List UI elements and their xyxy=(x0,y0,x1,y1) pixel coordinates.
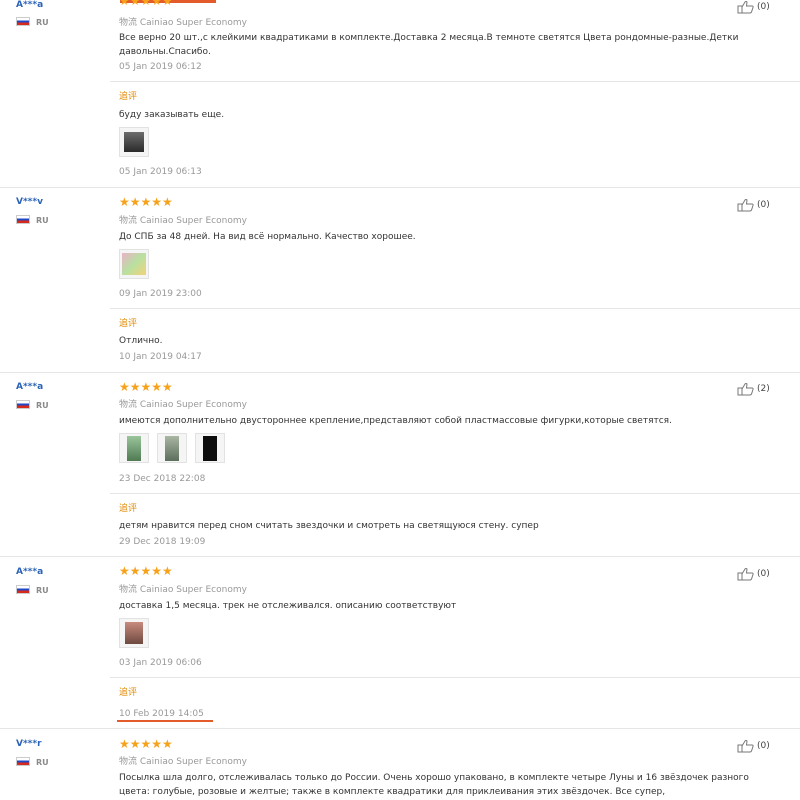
divider xyxy=(110,308,800,309)
helpful-button[interactable]: (0) xyxy=(737,198,770,212)
review-divider xyxy=(0,556,800,557)
flag-icon xyxy=(16,17,30,26)
reviewer-country: RU xyxy=(16,17,49,27)
review-photo-thumbnail[interactable] xyxy=(119,249,149,279)
helpful-button[interactable]: (2) xyxy=(737,382,770,396)
rating-stars: ★★★★★ xyxy=(119,0,173,8)
reviewer-name[interactable]: A***a xyxy=(16,0,43,10)
thumbs-up-icon xyxy=(737,568,754,581)
additional-review-label: 追评 xyxy=(119,504,138,514)
helpful-count: (0) xyxy=(757,741,770,751)
review-date: 05 Jan 2019 06:12 xyxy=(119,62,202,72)
additional-review-label: 追评 xyxy=(119,319,138,329)
review-date: 09 Jan 2019 23:00 xyxy=(119,289,202,299)
review-divider xyxy=(0,728,800,729)
review-date: 03 Jan 2019 06:06 xyxy=(119,658,202,668)
divider xyxy=(110,493,800,494)
shipping-method: 物流 Cainiao Super Economy xyxy=(119,18,247,28)
rating-stars: ★★★★★ xyxy=(119,564,173,578)
thumbs-up-icon xyxy=(737,1,754,14)
review-date: 23 Dec 2018 22:08 xyxy=(119,474,206,484)
divider xyxy=(110,81,800,82)
divider xyxy=(110,677,800,678)
additional-review-date: 10 Jan 2019 04:17 xyxy=(119,352,202,362)
reviewer-name[interactable]: V***r xyxy=(16,739,42,749)
helpful-button[interactable]: (0) xyxy=(737,739,770,753)
review-photo-thumbnail[interactable] xyxy=(119,127,149,157)
additional-review-text: буду заказывать еще. xyxy=(119,110,225,120)
review-text: Посылка шла долго, отслеживалась только … xyxy=(119,773,749,797)
flag-icon xyxy=(16,400,30,409)
rating-stars: ★★★★★ xyxy=(119,380,173,394)
additional-review-label: 追评 xyxy=(119,92,138,102)
thumbs-up-icon xyxy=(737,199,754,212)
reviewer-name[interactable]: A***a xyxy=(16,382,43,392)
flag-icon xyxy=(16,585,30,594)
reviewer-country: RU xyxy=(16,585,49,595)
helpful-count: (0) xyxy=(757,2,770,12)
additional-review-text: детям нравится перед сном считать звездо… xyxy=(119,521,539,531)
helpful-button[interactable]: (0) xyxy=(737,567,770,581)
helpful-count: (0) xyxy=(757,569,770,579)
shipping-method: 物流 Cainiao Super Economy xyxy=(119,757,247,767)
review-text: До СПБ за 48 дней. На вид всё нормально.… xyxy=(119,232,416,242)
additional-review-date: 10 Feb 2019 14:05 xyxy=(119,709,204,719)
helpful-count: (0) xyxy=(757,200,770,210)
review-divider xyxy=(0,187,800,188)
additional-review-label: 追评 xyxy=(119,688,138,698)
review-divider xyxy=(0,372,800,373)
flag-icon xyxy=(16,215,30,224)
shipping-method: 物流 Cainiao Super Economy xyxy=(119,400,247,410)
shipping-method: 物流 Cainiao Super Economy xyxy=(119,216,247,226)
reviewer-country: RU xyxy=(16,400,49,410)
reviewer-country: RU xyxy=(16,215,49,225)
additional-review-date: 05 Jan 2019 06:13 xyxy=(119,167,202,177)
reviewer-name[interactable]: A***a xyxy=(16,567,43,577)
review-photo-thumbnail[interactable] xyxy=(195,433,225,463)
helpful-count: (2) xyxy=(757,384,770,394)
accent-bar xyxy=(117,720,213,722)
review-photo-thumbnail[interactable] xyxy=(119,618,149,648)
rating-stars: ★★★★★ xyxy=(119,737,173,751)
shipping-method: 物流 Cainiao Super Economy xyxy=(119,585,247,595)
review-photo-thumbnail[interactable] xyxy=(119,433,149,463)
additional-review-text: Отлично. xyxy=(119,336,163,346)
additional-review-date: 29 Dec 2018 19:09 xyxy=(119,537,206,547)
helpful-button[interactable]: (0) xyxy=(737,0,770,14)
review-text: доставка 1,5 месяца. трек не отслеживалс… xyxy=(119,601,457,611)
review-text: Все верно 20 шт.,с клейкими квадратиками… xyxy=(119,33,739,57)
reviewer-name[interactable]: V***v xyxy=(16,197,43,207)
review-photo-thumbnail[interactable] xyxy=(157,433,187,463)
reviewer-country: RU xyxy=(16,757,49,767)
review-text: имеются дополнительно двустороннее крепл… xyxy=(119,416,672,426)
thumbs-up-icon xyxy=(737,740,754,753)
flag-icon xyxy=(16,757,30,766)
thumbs-up-icon xyxy=(737,383,754,396)
rating-stars: ★★★★★ xyxy=(119,195,173,209)
